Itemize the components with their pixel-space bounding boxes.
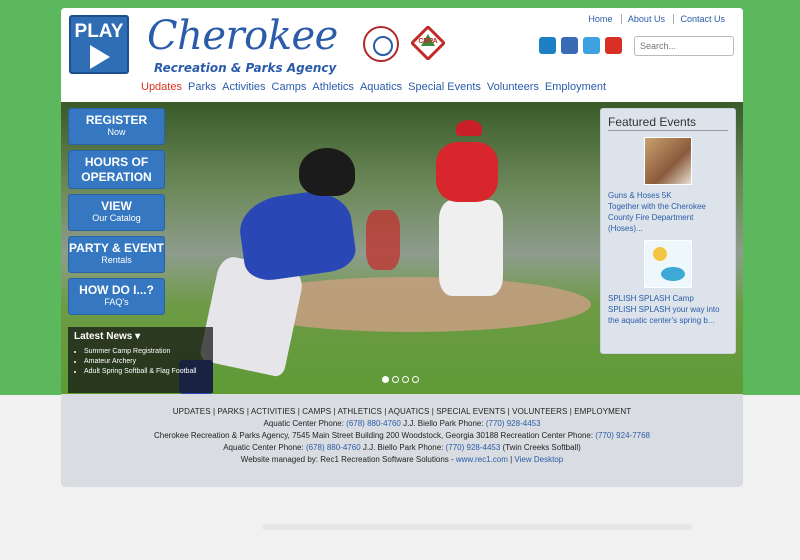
- site-header: PLAY Cherokee Recreation & Parks Agency …: [61, 8, 743, 102]
- faq-button-title: HOW DO I...?: [79, 283, 154, 297]
- catalog-button-title: VIEW: [101, 199, 132, 213]
- footer-address: Cherokee Recreation & Parks Agency, 7545…: [61, 432, 743, 440]
- hero-runner-jersey: [235, 186, 359, 284]
- footer-nav[interactable]: UPDATES | PARKS | ACTIVITIES | CAMPS | A…: [61, 407, 743, 416]
- social-links: [539, 37, 622, 54]
- footer-text: (Twin Creeks Softball): [500, 443, 581, 452]
- aquatic-phone-link[interactable]: (678) 880-4760: [306, 443, 361, 452]
- footer-phones-2: Aquatic Center Phone: (678) 880-4760 J.J…: [61, 444, 743, 452]
- instagram-icon[interactable]: [539, 37, 556, 54]
- register-button-sub: Now: [107, 127, 126, 137]
- hours-button[interactable]: HOURS OF OPERATION: [68, 150, 165, 189]
- page-container: PLAY Cherokee Recreation & Parks Agency …: [61, 8, 743, 487]
- event-thumbnail[interactable]: [644, 240, 692, 288]
- footer-credits: Website managed by: Rec1 Recreation Soft…: [61, 456, 743, 464]
- footer-text: J.J. Biello Park Phone:: [400, 419, 486, 428]
- biello-phone-link[interactable]: (770) 928-4453: [486, 419, 541, 428]
- featured-events-title: Featured Events: [608, 115, 728, 131]
- home-link[interactable]: Home: [582, 14, 618, 24]
- slide-dots: [382, 376, 419, 383]
- event-thumbnail[interactable]: [644, 137, 692, 185]
- rentals-button[interactable]: PARTY & EVENT Rentals: [68, 236, 165, 273]
- rec-center-phone-link[interactable]: (770) 924-7768: [595, 431, 650, 440]
- featured-events: Featured Events Guns & Hoses 5K Together…: [600, 108, 736, 354]
- slide-dot[interactable]: [402, 376, 409, 383]
- biello-phone-link[interactable]: (770) 928-4453: [446, 443, 501, 452]
- latest-news-list: Summer Camp Registration Amateur Archery…: [74, 347, 207, 377]
- footer-text: Aquatic Center Phone:: [223, 443, 306, 452]
- site-footer: UPDATES | PARKS | ACTIVITIES | CAMPS | A…: [61, 394, 743, 487]
- event-description[interactable]: SPLISH SPLASH your way into the aquatic …: [608, 304, 728, 326]
- search-input[interactable]: [634, 36, 734, 56]
- event-title[interactable]: SPLISH SPLASH Camp: [608, 293, 728, 304]
- rentals-button-sub: Rentals: [101, 255, 132, 265]
- nav-special-events[interactable]: Special Events: [408, 81, 481, 93]
- hero-pitcher-cap: [456, 120, 482, 136]
- play-logo-text: PLAY: [74, 21, 124, 42]
- footer-phones-1: Aquatic Center Phone: (678) 880-4760 J.J…: [61, 420, 743, 428]
- slide-dot[interactable]: [392, 376, 399, 383]
- footer-text: Cherokee Recreation & Parks Agency, 7545…: [153, 431, 596, 440]
- top-links: Home About Us Contact Us: [582, 14, 731, 24]
- news-item[interactable]: Summer Camp Registration: [84, 347, 207, 357]
- news-item[interactable]: Adult Spring Softball & Flag Football: [84, 367, 207, 377]
- aquatic-phone-link[interactable]: (678) 880-4760: [346, 419, 401, 428]
- brand-subtitle: Recreation & Parks Agency: [154, 61, 337, 75]
- main-nav: Updates Parks Activities Camps Athletics…: [141, 81, 606, 93]
- rentals-button-title: PARTY & EVENT: [69, 241, 164, 255]
- footer-text: J.J. Biello Park Phone:: [360, 443, 446, 452]
- bottom-shadow: [262, 524, 692, 530]
- hours-button-title: HOURS OF: [84, 155, 149, 169]
- footer-text: Website managed by: Rec1 Recreation Soft…: [240, 455, 456, 464]
- nav-parks[interactable]: Parks: [188, 81, 216, 93]
- crpa-logo-text: CRPA: [418, 38, 437, 45]
- twitter-icon[interactable]: [583, 37, 600, 54]
- catalog-button-sub: Our Catalog: [92, 213, 141, 223]
- event-description[interactable]: Together with the Cherokee County Fire D…: [608, 201, 728, 234]
- brand-title[interactable]: Cherokee: [147, 13, 338, 59]
- nav-updates[interactable]: Updates: [141, 81, 182, 93]
- slide-dot[interactable]: [412, 376, 419, 383]
- facebook-icon[interactable]: [561, 37, 578, 54]
- nav-camps[interactable]: Camps: [272, 81, 307, 93]
- rec1-link[interactable]: www.rec1.com: [456, 455, 508, 464]
- nav-volunteers[interactable]: Volunteers: [487, 81, 539, 93]
- footer-text: Aquatic Center Phone:: [263, 419, 347, 428]
- play-icon: [90, 45, 110, 69]
- nav-employment[interactable]: Employment: [545, 81, 606, 93]
- register-button-title: REGISTER: [85, 113, 148, 127]
- crpa-logo: CRPA: [411, 26, 445, 60]
- county-seal-logo: [363, 26, 399, 62]
- register-button[interactable]: REGISTER Now: [68, 108, 165, 145]
- hero-pitcher: [436, 142, 498, 202]
- faq-button-sub: FAQ's: [104, 297, 129, 307]
- about-us-link[interactable]: About Us: [620, 14, 671, 24]
- youtube-icon[interactable]: [605, 37, 622, 54]
- hero-background-player: [366, 210, 400, 270]
- view-desktop-link[interactable]: View Desktop: [514, 455, 563, 464]
- nav-aquatics[interactable]: Aquatics: [360, 81, 402, 93]
- event-title[interactable]: Guns & Hoses 5K: [608, 190, 728, 201]
- nav-activities[interactable]: Activities: [222, 81, 265, 93]
- news-item[interactable]: Amateur Archery: [84, 357, 207, 367]
- hero-pitcher-legs: [439, 200, 503, 296]
- play-logo[interactable]: PLAY: [69, 15, 129, 74]
- catalog-button[interactable]: VIEW Our Catalog: [68, 194, 165, 231]
- hero-runner-helmet: [299, 148, 355, 196]
- hours-button-sub: OPERATION: [81, 170, 152, 184]
- hero-slideshow: REGISTER Now HOURS OF OPERATION VIEW Our…: [61, 102, 743, 394]
- slide-dot[interactable]: [382, 376, 389, 383]
- faq-button[interactable]: HOW DO I...? FAQ's: [68, 278, 165, 315]
- quick-links: REGISTER Now HOURS OF OPERATION VIEW Our…: [68, 108, 165, 320]
- nav-athletics[interactable]: Athletics: [312, 81, 354, 93]
- contact-us-link[interactable]: Contact Us: [673, 14, 731, 24]
- latest-news: Latest News ▾ Summer Camp Registration A…: [68, 327, 213, 393]
- latest-news-title[interactable]: Latest News ▾: [74, 331, 207, 342]
